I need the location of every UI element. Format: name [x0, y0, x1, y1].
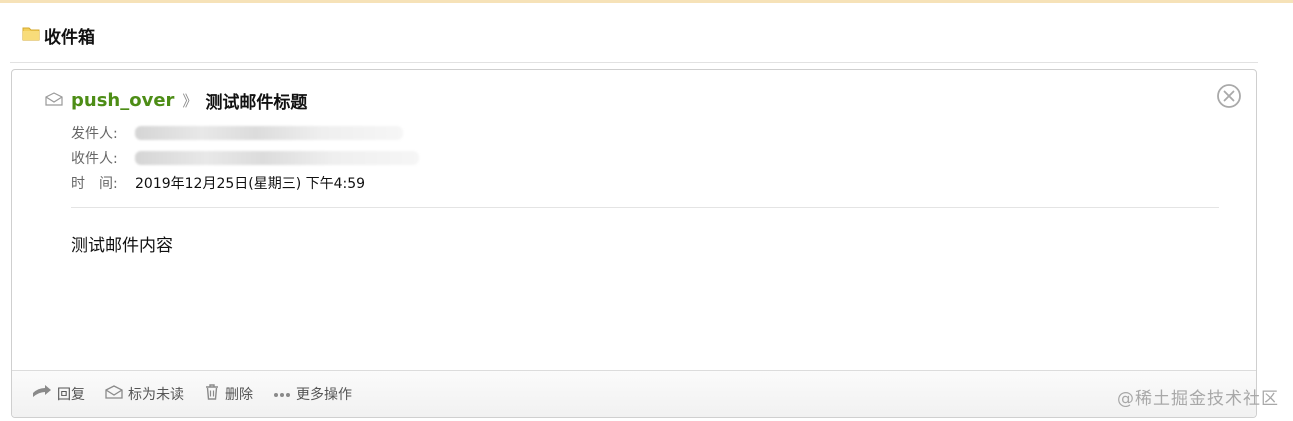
to-label: 收件人: [71, 150, 118, 167]
folder-title: 收件箱 [44, 27, 95, 48]
mail-panel: push_over 》 测试邮件标题 发件人: 收件人: 时 间: 2019年1… [11, 69, 1257, 418]
mail-body: 测试邮件内容 [71, 236, 173, 256]
time-value: 2019年12月25日(星期三) 下午4:59 [135, 175, 366, 192]
from-row: 发件人: [71, 120, 419, 145]
from-label: 发件人: [71, 125, 118, 142]
reply-label: 回复 [57, 387, 85, 403]
envelope-icon [105, 385, 123, 403]
time-row: 时 间: 2019年12月25日(星期三) 下午4:59 [71, 170, 419, 195]
sender-name-link[interactable]: push_over [71, 90, 174, 111]
action-bar: 回复 标为未读 删除 更多操作 [12, 370, 1256, 417]
close-icon[interactable] [1216, 83, 1242, 109]
watermark: @稀土掘金技术社区 [1117, 389, 1279, 409]
reply-button[interactable]: 回复 [32, 384, 85, 404]
header-divider [10, 62, 1258, 63]
folder-icon [22, 25, 40, 45]
trash-icon [204, 384, 220, 404]
delete-button[interactable]: 删除 [204, 384, 253, 404]
to-row: 收件人: [71, 145, 419, 170]
mail-meta: 发件人: 收件人: 时 间: 2019年12月25日(星期三) 下午4:59 [71, 120, 419, 195]
more-actions-label: 更多操作 [296, 387, 352, 403]
to-address-redacted [135, 150, 419, 165]
envelope-icon [45, 91, 63, 110]
folder-header: 收件箱 [22, 22, 95, 48]
top-accent-line [0, 0, 1293, 3]
more-dots-icon [273, 386, 291, 402]
more-actions-button[interactable]: 更多操作 [273, 384, 352, 404]
mark-unread-label: 标为未读 [128, 387, 184, 403]
time-label: 时 间: [71, 175, 118, 192]
delete-label: 删除 [225, 387, 253, 403]
content-divider [71, 207, 1219, 208]
from-address-redacted [135, 125, 403, 140]
mark-unread-button[interactable]: 标为未读 [105, 384, 184, 404]
subject-row: push_over 》 测试邮件标题 [45, 88, 308, 113]
mail-subject: 测试邮件标题 [205, 92, 308, 113]
reply-arrow-icon [32, 385, 52, 403]
subject-separator: 》 [182, 91, 198, 110]
